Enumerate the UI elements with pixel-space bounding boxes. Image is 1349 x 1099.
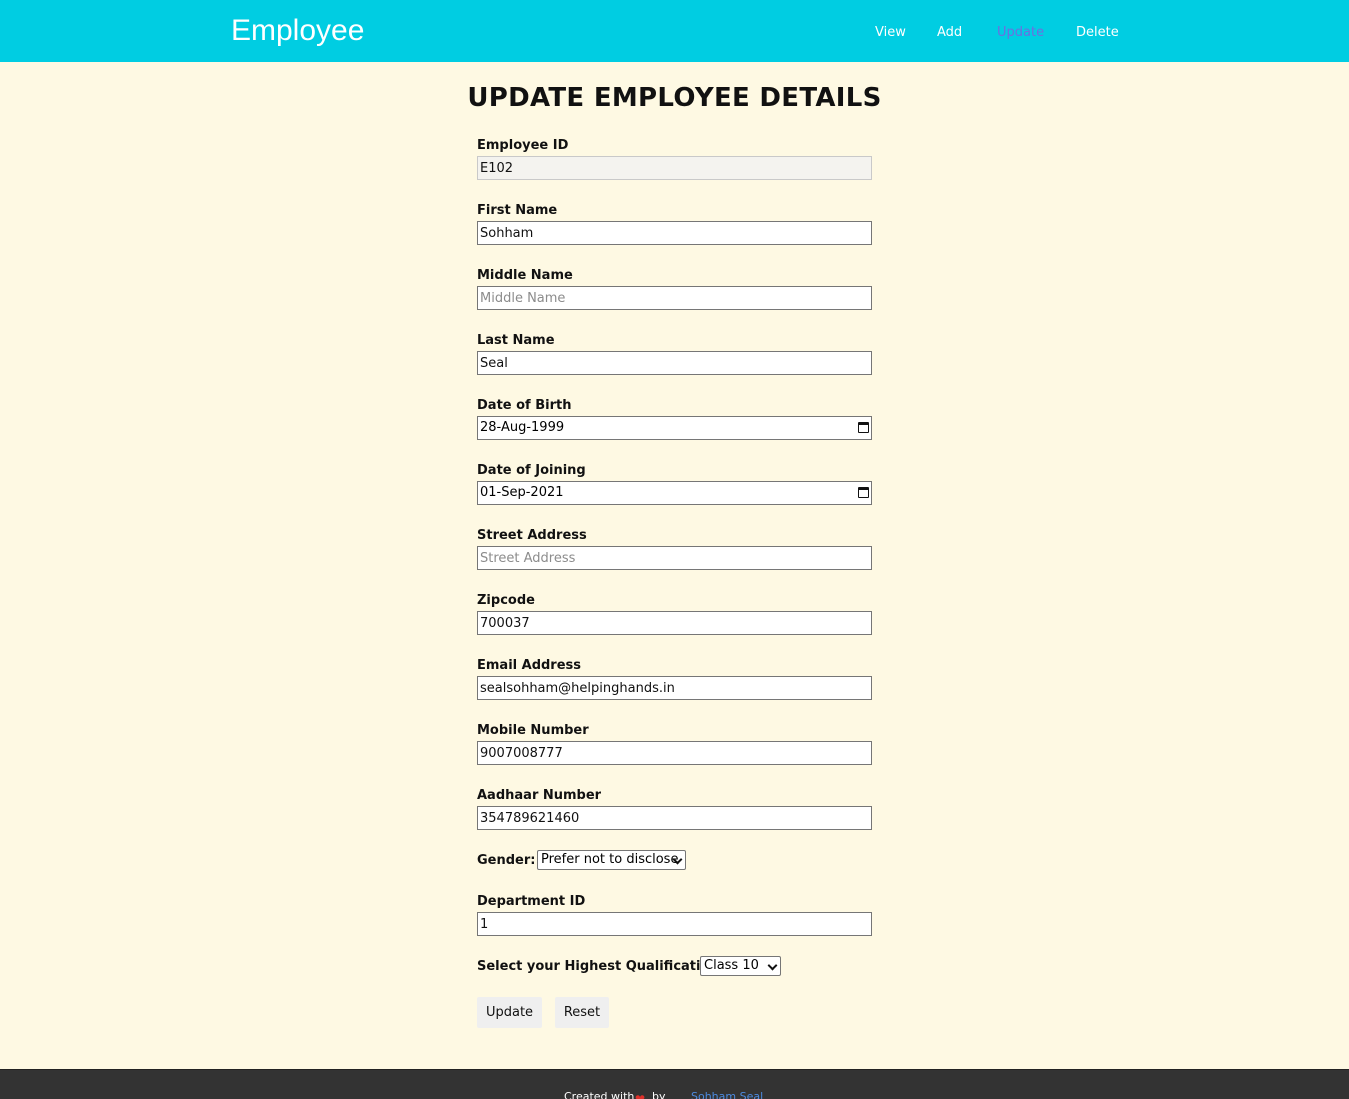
- employee-id-label: Employee ID: [477, 138, 569, 153]
- brand-title[interactable]: Employee: [231, 13, 364, 49]
- footer-created-with: Created with: [564, 1090, 635, 1099]
- gender-select[interactable]: Prefer not to disclose: [537, 850, 686, 870]
- calendar-icon[interactable]: [858, 487, 869, 498]
- employee-id-field[interactable]: [477, 156, 872, 180]
- mobile-field[interactable]: [477, 741, 872, 765]
- dob-value: 28-Aug-1999: [480, 420, 565, 435]
- middle-name-label: Middle Name: [477, 268, 573, 283]
- street-address-field[interactable]: [477, 546, 872, 570]
- nav-view[interactable]: View: [875, 25, 906, 41]
- footer-by: by: [652, 1090, 666, 1099]
- page-title: UPDATE EMPLOYEE DETAILS: [467, 83, 882, 113]
- street-address-label: Street Address: [477, 528, 587, 543]
- first-name-label: First Name: [477, 203, 558, 218]
- update-button[interactable]: Update: [477, 997, 542, 1028]
- gender-selected: Prefer not to disclose: [541, 852, 679, 867]
- mobile-label: Mobile Number: [477, 723, 589, 738]
- email-field[interactable]: [477, 676, 872, 700]
- dob-label: Date of Birth: [477, 398, 572, 413]
- department-id-label: Department ID: [477, 894, 586, 909]
- qualification-label: Select your Highest Qualification:: [477, 959, 724, 974]
- nav-update[interactable]: Update: [997, 25, 1044, 41]
- gender-label: Gender:: [477, 853, 536, 868]
- calendar-icon[interactable]: [858, 422, 869, 433]
- dob-field[interactable]: 28-Aug-1999: [477, 416, 872, 440]
- doj-field[interactable]: 01-Sep-2021: [477, 481, 872, 505]
- nav-delete[interactable]: Delete: [1076, 25, 1119, 41]
- nav-add[interactable]: Add: [937, 25, 962, 41]
- footer-author-link[interactable]: Sohham Seal: [691, 1090, 763, 1099]
- middle-name-field[interactable]: [477, 286, 872, 310]
- chevron-down-icon: [767, 960, 778, 971]
- aadhaar-label: Aadhaar Number: [477, 788, 602, 803]
- last-name-field[interactable]: [477, 351, 872, 375]
- zipcode-label: Zipcode: [477, 593, 535, 608]
- department-id-field[interactable]: [477, 912, 872, 936]
- qualification-select[interactable]: Class 10: [700, 956, 781, 976]
- doj-label: Date of Joining: [477, 463, 586, 478]
- email-label: Email Address: [477, 658, 582, 673]
- heart-icon: ❤: [635, 1092, 646, 1099]
- aadhaar-field[interactable]: [477, 806, 872, 830]
- qualification-selected: Class 10: [704, 958, 759, 973]
- last-name-label: Last Name: [477, 333, 555, 348]
- doj-value: 01-Sep-2021: [480, 485, 564, 500]
- reset-button[interactable]: Reset: [555, 997, 609, 1028]
- zipcode-field[interactable]: [477, 611, 872, 635]
- first-name-field[interactable]: [477, 221, 872, 245]
- top-navbar: Employee View Add Update Delete: [0, 0, 1349, 62]
- footer: Created with ❤ by Sohham Seal: [0, 1069, 1349, 1099]
